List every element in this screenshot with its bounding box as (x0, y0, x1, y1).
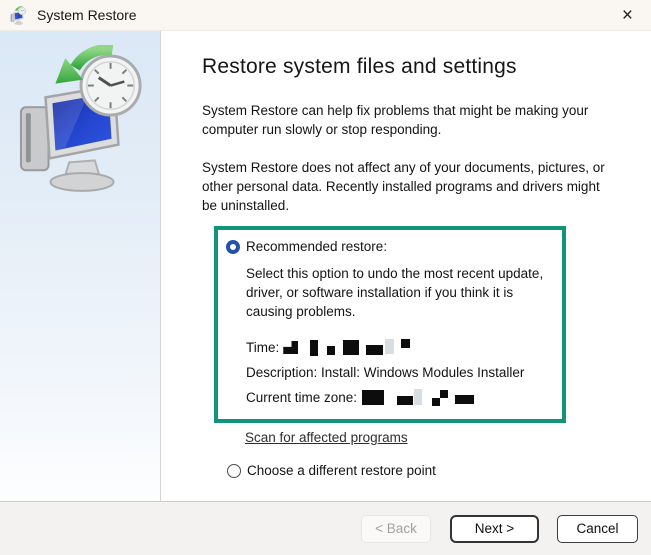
next-button[interactable]: Next > (450, 514, 539, 543)
redacted-block (343, 340, 360, 355)
redacted-block (385, 339, 395, 354)
sidebar (0, 31, 161, 501)
titlebar: System Restore × (0, 0, 651, 31)
main-content: Restore system files and settings System… (161, 31, 651, 501)
radio-unselected-icon[interactable] (227, 463, 241, 478)
time-row: Time: (246, 338, 552, 357)
scan-affected-programs-link[interactable]: Scan for affected programs (245, 430, 408, 445)
choose-different-label: Choose a different restore point (247, 463, 436, 478)
system-restore-icon (9, 6, 28, 25)
redacted-block (440, 389, 449, 398)
close-icon[interactable]: × (616, 4, 639, 27)
redacted-block (397, 396, 414, 405)
window-title: System Restore (37, 7, 137, 23)
description-row: Description: Install: Windows Modules In… (246, 365, 525, 380)
redacted-block (432, 397, 441, 406)
time-label: Time: (246, 340, 280, 355)
radio-selected-icon[interactable] (226, 239, 240, 254)
recommended-restore-group: Recommended restore: Select this option … (214, 226, 566, 423)
info-paragraph: System Restore does not affect any of yo… (202, 160, 605, 213)
recommended-restore-label: Recommended restore: (246, 239, 388, 254)
recommended-restore-option[interactable]: Recommended restore: (226, 239, 552, 254)
recommended-description: Select this option to undo the most rece… (246, 266, 544, 319)
redacted-block (283, 341, 299, 354)
back-button[interactable]: < Back (361, 514, 431, 543)
redacted-block (366, 344, 384, 355)
intro-paragraph: System Restore can help fix problems tha… (202, 103, 589, 137)
timezone-label: Current time zone: (246, 390, 358, 405)
system-restore-window: System Restore × Restore system files an… (0, 0, 651, 555)
system-restore-illustration (18, 45, 146, 195)
redacted-block (414, 388, 423, 405)
redacted-block (401, 339, 411, 348)
redacted-block (327, 346, 336, 355)
timezone-row: Current time zone: (246, 388, 552, 407)
redacted-block (310, 339, 319, 356)
redacted-block (455, 395, 475, 404)
cancel-button[interactable]: Cancel (557, 514, 638, 543)
choose-different-option[interactable]: Choose a different restore point (227, 463, 607, 478)
page-title: Restore system files and settings (202, 55, 517, 78)
footer: < Back Next > Cancel (0, 501, 651, 555)
redacted-block (362, 390, 385, 405)
